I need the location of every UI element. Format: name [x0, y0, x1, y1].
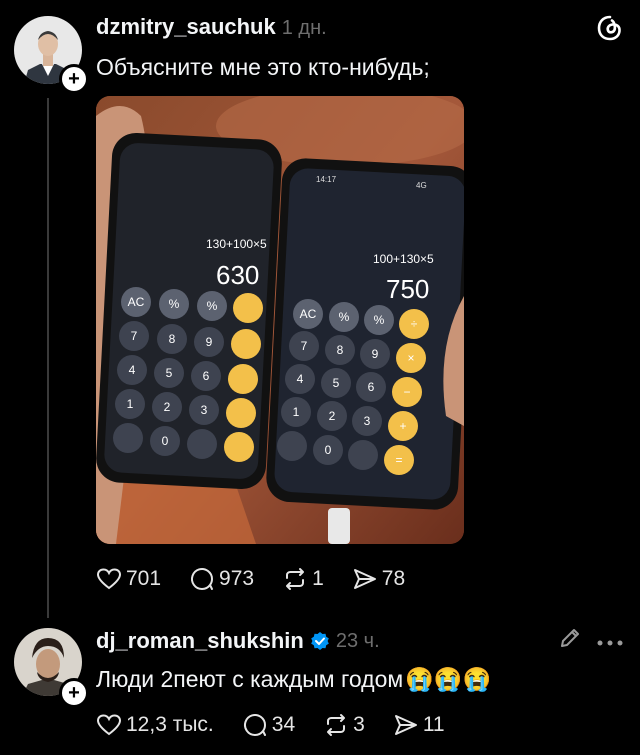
- heart-icon: [96, 568, 122, 590]
- reply-text-content: Люди 2пеют с каждым годом: [96, 666, 404, 692]
- svg-text:1: 1: [127, 397, 134, 411]
- svg-text:9: 9: [206, 335, 213, 349]
- repost-button[interactable]: 1: [282, 567, 324, 591]
- svg-text:0: 0: [325, 443, 332, 457]
- reply-timestamp: 23 ч.: [335, 629, 380, 652]
- svg-text:14:17: 14:17: [316, 175, 337, 184]
- like-count: 701: [126, 567, 162, 590]
- svg-text:%: %: [169, 297, 180, 311]
- repost-count: 1: [312, 567, 324, 590]
- thread-line: [47, 98, 49, 618]
- svg-text:9: 9: [372, 347, 379, 361]
- reply-comment-count: 34: [271, 713, 296, 736]
- calc-right-expression: 100+130×5: [373, 252, 434, 266]
- svg-text:−: −: [403, 385, 410, 399]
- like-button[interactable]: 701: [96, 567, 161, 591]
- heart-icon: [96, 714, 122, 736]
- comment-count: 973: [219, 567, 255, 590]
- svg-text:1: 1: [293, 405, 300, 419]
- crying-emoji: 😭😭😭: [405, 666, 492, 692]
- reply-like-button[interactable]: 12,3 тыс.: [96, 713, 214, 737]
- calc-left-expression: 130+100×5: [206, 237, 267, 251]
- reply-comment-button[interactable]: 34: [242, 712, 295, 738]
- svg-text:2: 2: [329, 409, 336, 423]
- edit-icon[interactable]: [558, 626, 582, 655]
- share-icon: [394, 715, 417, 735]
- svg-text:AC: AC: [128, 295, 145, 309]
- post-header: dzmitry_sauchuk 1 дн.: [96, 14, 327, 40]
- svg-text:÷: ÷: [411, 317, 418, 331]
- reply-text: Люди 2пеют с каждым годом 😭😭😭: [96, 666, 491, 693]
- svg-text:%: %: [339, 310, 350, 324]
- svg-text:0: 0: [162, 434, 169, 448]
- share-count: 78: [381, 567, 406, 590]
- reply-like-count: 12,3 тыс.: [126, 713, 214, 736]
- svg-text:4: 4: [297, 372, 304, 386]
- follow-plus-button[interactable]: +: [59, 64, 89, 94]
- reply-follow-plus-button[interactable]: +: [59, 678, 89, 708]
- comment-icon: [243, 714, 266, 736]
- post-username[interactable]: dzmitry_sauchuk: [96, 14, 276, 40]
- reply-share-count: 11: [422, 713, 445, 736]
- verified-badge-icon: [311, 632, 329, 650]
- svg-text:AC: AC: [300, 307, 317, 321]
- svg-text:8: 8: [337, 343, 344, 357]
- post-text: Объясните мне это кто-нибудь;: [96, 54, 430, 80]
- svg-text:×: ×: [407, 351, 414, 365]
- svg-text:5: 5: [166, 366, 173, 380]
- reply-share-button[interactable]: 11: [393, 713, 445, 737]
- reply-repost-button[interactable]: 3: [323, 713, 365, 737]
- post-image[interactable]: 130+100×5 630 AC % % 7 8 9 4 5 6 1 2 3 0…: [96, 96, 464, 544]
- calc-right-result: 750: [386, 274, 429, 304]
- reply-username[interactable]: dj_roman_shukshin: [96, 628, 304, 654]
- svg-text:+: +: [399, 419, 406, 433]
- svg-text:2: 2: [164, 400, 171, 414]
- share-icon: [353, 569, 376, 589]
- svg-text:3: 3: [201, 403, 208, 417]
- svg-text:8: 8: [169, 332, 176, 346]
- share-button[interactable]: 78: [352, 567, 405, 591]
- svg-text:=: =: [395, 453, 402, 467]
- repost-icon: [286, 568, 305, 590]
- svg-text:%: %: [374, 313, 385, 327]
- svg-text:6: 6: [368, 380, 375, 394]
- more-icon[interactable]: [596, 634, 624, 652]
- svg-text:6: 6: [203, 369, 210, 383]
- comment-icon: [191, 568, 214, 590]
- svg-text:%: %: [207, 299, 218, 313]
- svg-text:7: 7: [131, 329, 138, 343]
- svg-text:7: 7: [301, 339, 308, 353]
- repost-icon: [327, 714, 346, 736]
- comment-button[interactable]: 973: [189, 566, 254, 592]
- reply-actions: 12,3 тыс. 34 3 11: [96, 712, 473, 738]
- calc-left-result: 630: [216, 260, 259, 290]
- post-timestamp: 1 дн.: [281, 17, 327, 39]
- reply-repost-count: 3: [353, 713, 365, 736]
- svg-text:4G: 4G: [416, 181, 427, 190]
- threads-logo-icon[interactable]: [596, 14, 624, 42]
- reply-header: dj_roman_shukshin 23 ч.: [96, 628, 380, 654]
- svg-text:3: 3: [364, 414, 371, 428]
- post-actions: 701 973 1 78: [96, 566, 433, 592]
- svg-text:4: 4: [129, 363, 136, 377]
- svg-text:5: 5: [333, 376, 340, 390]
